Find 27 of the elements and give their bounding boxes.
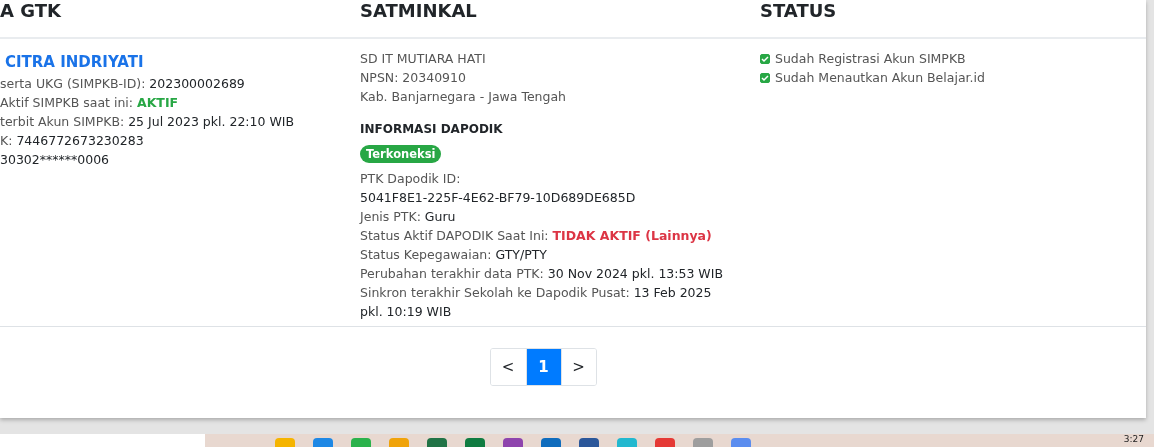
info-line: Status Aktif DAPODIK Saat Ini: TIDAK AKTIF (Lainnya) [360,227,712,245]
info-line: 5041F8E1-225F-4E62-BF79-10D689DE685D [360,189,636,207]
column-header: STATUS [760,0,838,23]
section-title: INFORMASI DAPODIK [360,122,503,136]
column-header: A GTK [0,0,62,23]
info-line: serta UKG (SIMPKB-ID): 202300002689 [0,75,245,93]
info-line: Status Kepegawaian: GTY/PTY [360,246,547,264]
teacher-name-link[interactable]: CITRA INDRIYATI [5,53,144,71]
clock-time: 3:27 [1123,434,1145,445]
status-badge: Terkoneksi [360,145,442,163]
info-line: Jenis PTK: Guru [360,208,456,226]
school-info: NPSN: 20340910 [360,69,466,87]
page-button[interactable]: > [560,349,596,385]
status-text: Sudah Registrasi Akun SIMPKB [775,50,966,68]
info-line: 30302******0006 [0,151,110,169]
info-line: Sinkron terakhir Sekolah ke Dapodik Pusat: 13 Feb 2025 pkl. 10:19 WIB [360,284,713,321]
info-line: Perubahan terakhir data PTK: 30 Nov 2024 pkl. 13:53 WIB [360,265,723,283]
school-info: Kab. Banjarnegara - Jawa Tengah [360,88,567,106]
search-field[interactable] [0,434,205,447]
info-line: K: 7446772673230283 [0,132,144,150]
status-text: Sudah Menautkan Akun Belajar.id [775,69,985,87]
page-button[interactable]: 1 [525,349,561,385]
info-line: terbit Akun SIMPKB: 25 Jul 2023 pkl. 22:10 WIB [0,113,295,131]
column-header: SATMINKAL [360,0,478,23]
school-info: SD IT MUTIARA HATI [360,50,486,68]
info-line: PTK Dapodik ID: [360,170,461,188]
info-line: Aktif SIMPKB saat ini: AKTIF [0,94,179,112]
